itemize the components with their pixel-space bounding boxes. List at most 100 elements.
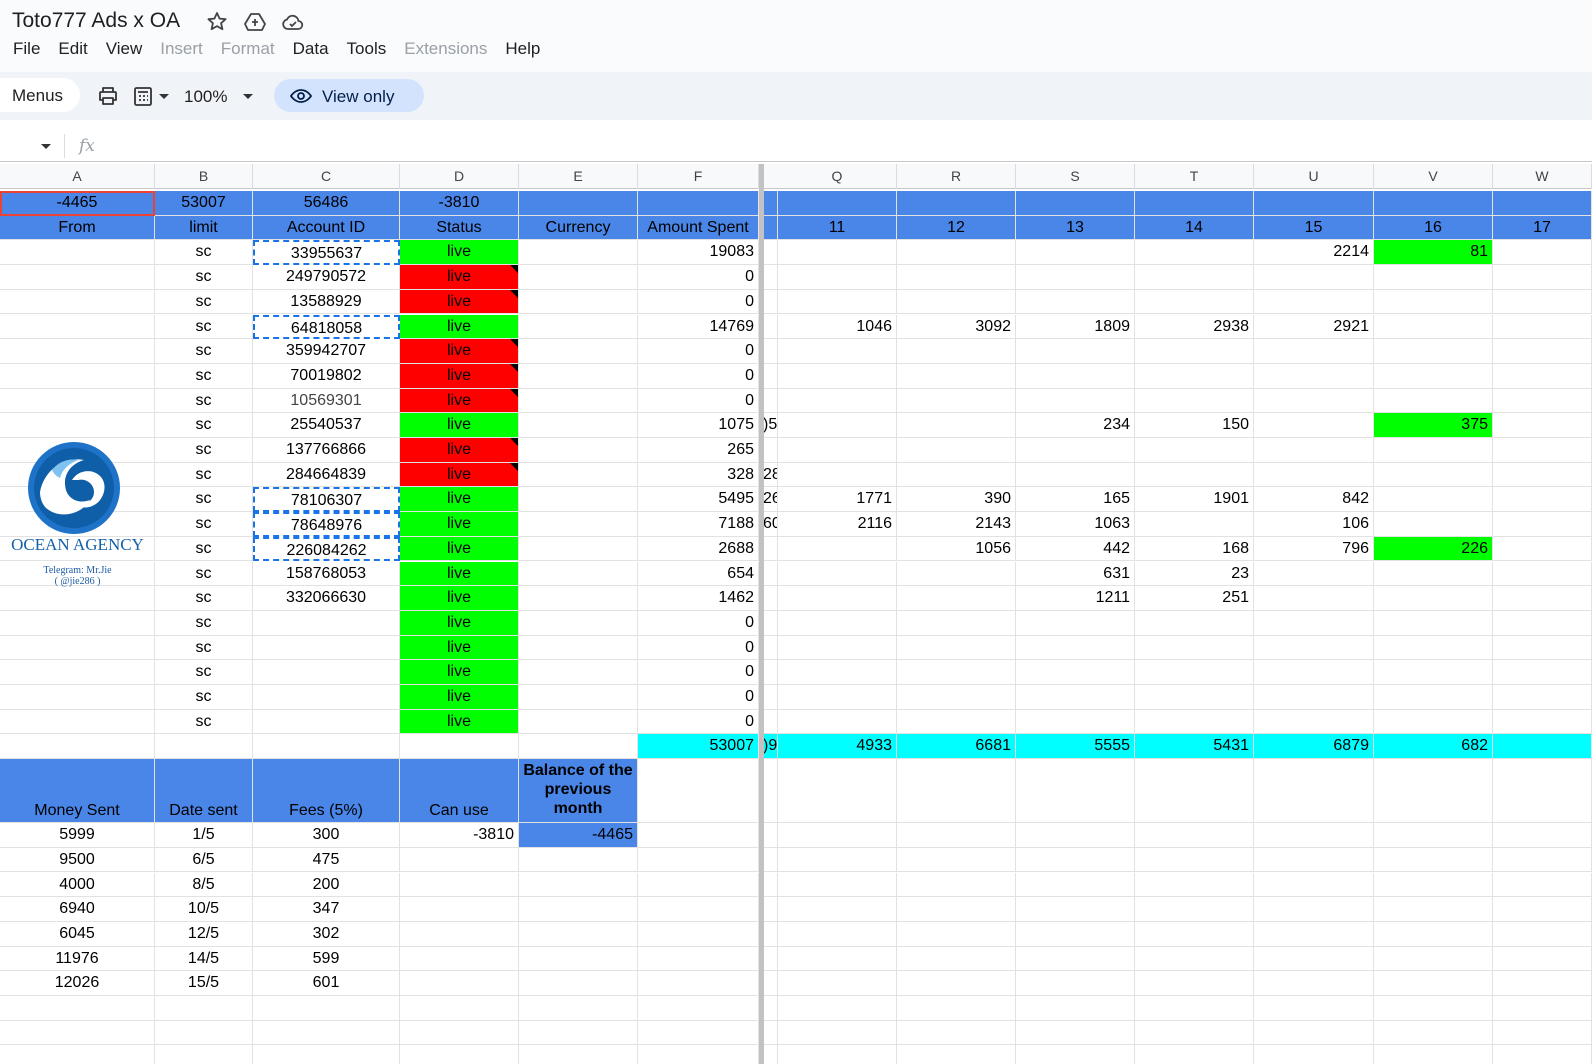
cell-day-spend[interactable] <box>1016 462 1135 488</box>
cell-day-spend[interactable]: 1809 <box>1016 314 1135 340</box>
cell-status[interactable]: live <box>400 240 519 266</box>
cell-account-id[interactable] <box>253 660 400 685</box>
cell-stub[interactable]: 26 <box>763 487 778 513</box>
cell-day-spend[interactable]: 165 <box>1016 487 1135 513</box>
cell-day-spend[interactable] <box>1374 265 1493 290</box>
cell-blank[interactable] <box>400 734 519 760</box>
cell-day-spend[interactable] <box>778 240 897 266</box>
cell-day-spend[interactable] <box>1016 265 1135 290</box>
cell-day-spend[interactable] <box>1135 635 1254 661</box>
cell-day-spend[interactable] <box>1374 462 1493 488</box>
cell-day-spend[interactable] <box>1016 709 1135 735</box>
cell-blank[interactable] <box>519 1045 638 1064</box>
cell-amount-spent[interactable]: 0 <box>638 289 759 315</box>
column-header-v[interactable]: V <box>1374 164 1493 189</box>
cell-total-blank[interactable] <box>1016 191 1135 216</box>
cell-blank[interactable] <box>155 1045 253 1064</box>
cell-blank[interactable] <box>1254 1020 1374 1046</box>
cell-day-spend[interactable] <box>1493 314 1592 340</box>
cell-blank[interactable] <box>1135 759 1254 824</box>
view-only-button[interactable]: View only <box>274 79 424 112</box>
header-day[interactable]: 11 <box>778 215 897 241</box>
cell-stub[interactable] <box>763 240 778 266</box>
cell-limit[interactable]: sc <box>155 363 253 389</box>
cell-account-id[interactable]: 70019802 <box>253 363 400 389</box>
cell-stub[interactable] <box>763 635 778 661</box>
cell-day-spend[interactable]: 2921 <box>1254 314 1374 340</box>
calculator-icon[interactable] <box>132 84 156 108</box>
cell-blank[interactable] <box>1254 971 1374 996</box>
cell-day-spend[interactable]: 842 <box>1254 487 1374 513</box>
menu-extensions[interactable]: Extensions <box>398 37 493 61</box>
calculator-dropdown-icon[interactable] <box>154 84 178 108</box>
cell-blank[interactable] <box>1374 897 1493 922</box>
cell-day-spend[interactable] <box>1254 685 1374 710</box>
cell-fee[interactable]: 300 <box>253 823 400 848</box>
cell-blank[interactable] <box>1016 1045 1135 1064</box>
cell-blank[interactable] <box>1016 1020 1135 1046</box>
cell-day-spend[interactable] <box>1135 610 1254 636</box>
cell-blank[interactable] <box>1254 872 1374 898</box>
header-can-use[interactable]: Can use <box>400 759 519 824</box>
cell-from-blank[interactable] <box>0 265 155 290</box>
cell-day-spend[interactable] <box>897 685 1016 710</box>
cell-day-spend[interactable] <box>1254 586 1374 611</box>
cell-can-use[interactable]: -3810 <box>400 823 519 848</box>
cell-day-spend[interactable] <box>897 561 1016 587</box>
cell-spend-total[interactable]: 53007 <box>638 734 759 760</box>
cell-currency[interactable] <box>519 314 638 340</box>
cell-day-spend[interactable] <box>1493 289 1592 315</box>
cell-day-spend[interactable]: 3092 <box>897 314 1016 340</box>
cell-blank[interactable] <box>763 1045 778 1064</box>
cell-day-spend[interactable] <box>1493 339 1592 364</box>
cell-blank[interactable] <box>763 897 778 922</box>
header-amount-spent[interactable]: Amount Spent <box>638 215 759 241</box>
cell-day-spend[interactable] <box>1374 388 1493 414</box>
cell-total-blank[interactable] <box>1254 191 1374 216</box>
cell-blank[interactable] <box>519 946 638 972</box>
cell-blank[interactable] <box>1374 921 1493 947</box>
cell-blank[interactable] <box>400 971 519 996</box>
cell-blank[interactable] <box>1493 847 1592 873</box>
cell-total-stub[interactable] <box>763 191 778 216</box>
cell-amount-spent[interactable]: 654 <box>638 561 759 587</box>
header-stub[interactable] <box>763 215 778 241</box>
cell-status[interactable]: live <box>400 388 519 414</box>
column-header-e[interactable]: E <box>519 164 638 189</box>
cell-blank[interactable] <box>763 921 778 947</box>
cell-money-sent[interactable]: 5999 <box>0 823 155 848</box>
cell-blank[interactable] <box>778 897 897 922</box>
menu-help[interactable]: Help <box>499 37 546 61</box>
cell-from-blank[interactable] <box>0 314 155 340</box>
cell-day-spend[interactable] <box>1374 610 1493 636</box>
cell-blank[interactable] <box>1493 823 1592 848</box>
cell-blank[interactable] <box>897 897 1016 922</box>
name-box-dropdown-icon[interactable] <box>38 138 54 154</box>
column-header-q[interactable]: Q <box>778 164 897 189</box>
cell-blank[interactable] <box>519 971 638 996</box>
cell-fee[interactable]: 347 <box>253 897 400 922</box>
cell-currency[interactable] <box>519 413 638 438</box>
cell-blank[interactable] <box>155 996 253 1021</box>
cell-blank[interactable] <box>1493 872 1592 898</box>
header-fees[interactable]: Fees (5%) <box>253 759 400 824</box>
cell-day-spend[interactable] <box>1254 413 1374 438</box>
cell-blank[interactable] <box>400 847 519 873</box>
cell-date-sent[interactable]: 6/5 <box>155 847 253 873</box>
cell-from-blank[interactable] <box>0 685 155 710</box>
cell-day-spend[interactable] <box>1135 240 1254 266</box>
cell-stub[interactable]: 60 <box>763 512 778 537</box>
cell-day-spend[interactable]: 1046 <box>778 314 897 340</box>
cell-amount-spent[interactable]: 2688 <box>638 536 759 562</box>
header-money-sent[interactable]: Money Sent <box>0 759 155 824</box>
cell-day-spend[interactable]: 1211 <box>1016 586 1135 611</box>
cell-blank[interactable] <box>638 921 759 947</box>
cell-blank[interactable] <box>1135 921 1254 947</box>
header-day[interactable]: 15 <box>1254 215 1374 241</box>
cell-day-spend[interactable] <box>1374 635 1493 661</box>
cell-account-id[interactable]: 25540537 <box>253 413 400 438</box>
cell-blank[interactable] <box>1254 921 1374 947</box>
cell-account-id[interactable]: 78106307 <box>253 487 400 513</box>
cell-amount-spent[interactable]: 0 <box>638 363 759 389</box>
cell-blank[interactable] <box>638 872 759 898</box>
